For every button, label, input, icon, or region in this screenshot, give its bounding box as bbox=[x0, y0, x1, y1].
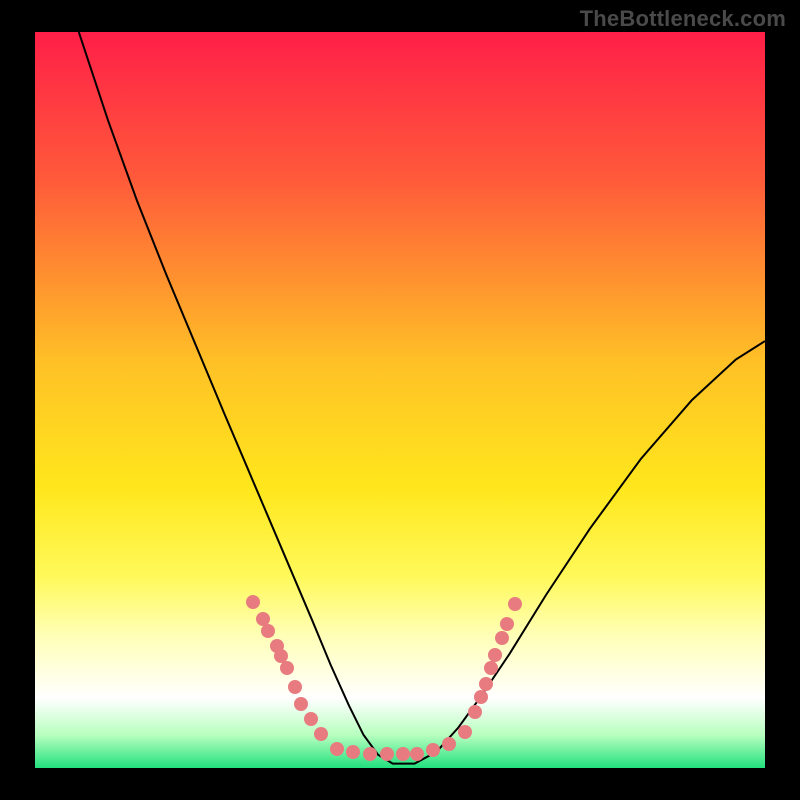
data-point bbox=[488, 648, 502, 662]
data-point bbox=[474, 690, 488, 704]
data-point bbox=[246, 595, 260, 609]
data-point bbox=[314, 727, 328, 741]
data-point bbox=[261, 624, 275, 638]
data-point bbox=[500, 617, 514, 631]
data-point bbox=[346, 745, 360, 759]
data-point bbox=[426, 743, 440, 757]
data-point bbox=[458, 725, 472, 739]
plot-background bbox=[35, 32, 765, 768]
data-point bbox=[274, 649, 288, 663]
watermark-text: TheBottleneck.com bbox=[580, 6, 786, 32]
data-point bbox=[304, 712, 318, 726]
data-point bbox=[396, 747, 410, 761]
data-point bbox=[442, 737, 456, 751]
data-point bbox=[280, 661, 294, 675]
data-point bbox=[508, 597, 522, 611]
data-point bbox=[484, 661, 498, 675]
data-point bbox=[288, 680, 302, 694]
bottleneck-chart bbox=[0, 0, 800, 800]
data-point bbox=[479, 677, 493, 691]
data-point bbox=[468, 705, 482, 719]
data-point bbox=[256, 612, 270, 626]
data-point bbox=[410, 747, 424, 761]
data-point bbox=[363, 747, 377, 761]
data-point bbox=[330, 742, 344, 756]
data-point bbox=[495, 631, 509, 645]
data-point bbox=[380, 747, 394, 761]
data-point bbox=[294, 697, 308, 711]
